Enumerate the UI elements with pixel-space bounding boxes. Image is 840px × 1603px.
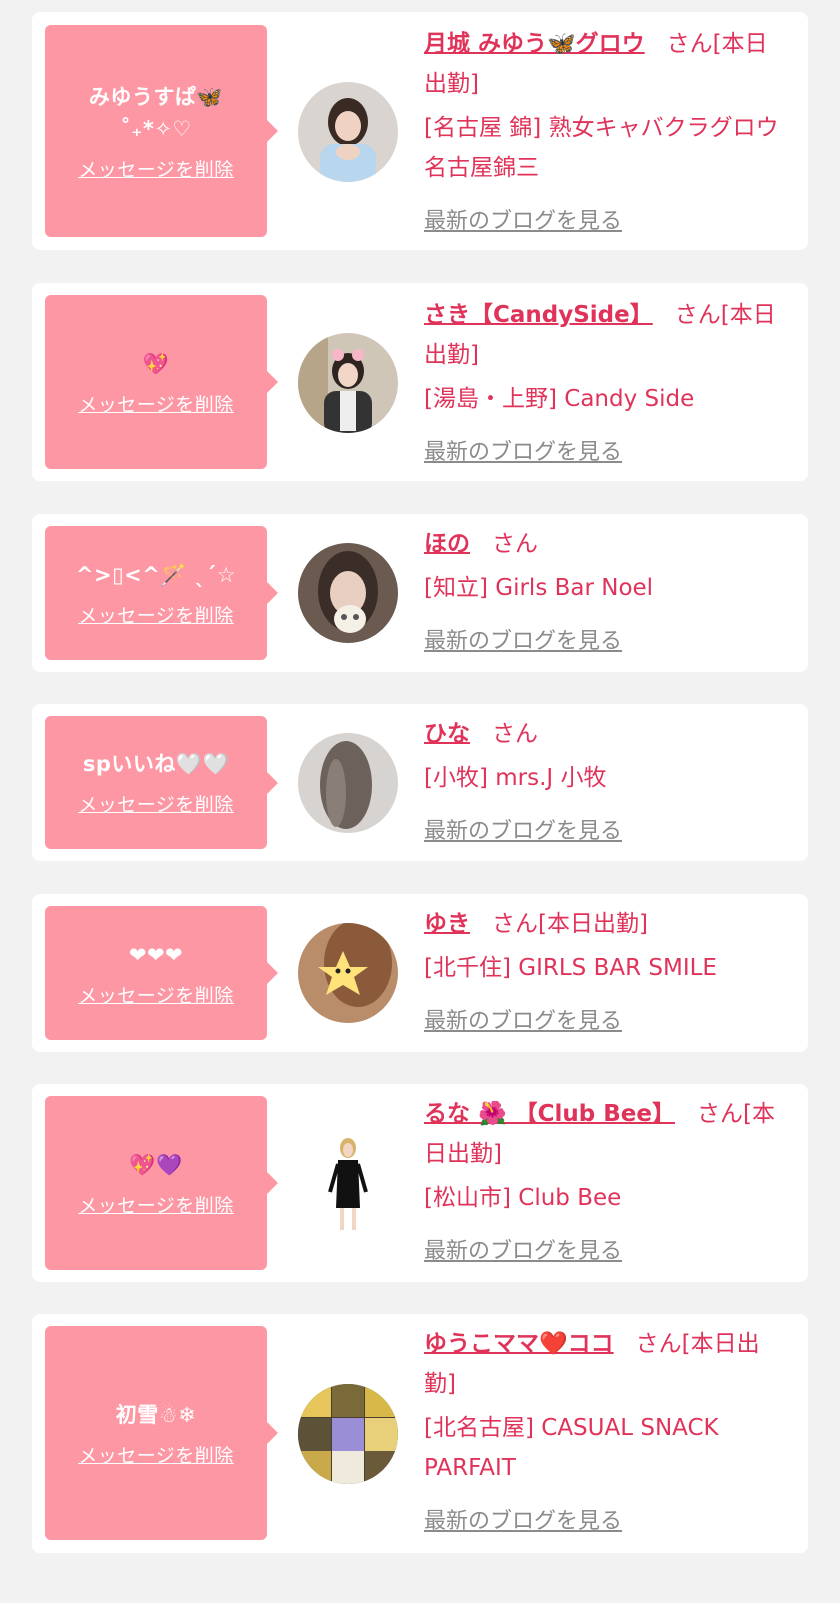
hostess-name-link[interactable]: るな 🌺 【Club Bee】 [424,1101,675,1127]
message-bubble: みゆうすぱ🦋 ˚₊*✧♡ メッセージを削除 [45,25,278,237]
message-bubble: spいいね🤍🤍 メッセージを削除 [45,716,278,849]
message-bubble: ❤❤❤ メッセージを削除 [45,906,278,1040]
delete-message-link[interactable]: メッセージを削除 [78,790,234,817]
view-latest-blog-link[interactable]: 最新のブログを見る [424,622,622,662]
list-item: ❤❤❤ メッセージを削除 ゆき さん[本日出勤] [北千住] GIRLS BAR … [32,894,808,1052]
hostess-status: さん [492,721,538,747]
hostess-info: ひな さん [小牧] mrs.J 小牧 最新のブログを見る [424,714,786,852]
hostess-info: 月城 みゆう🦋グロウ さん[本日出勤] [名古屋 錦] 熟女キャバクラグロウ 名古… [424,24,786,242]
avatar[interactable] [298,333,398,433]
view-latest-blog-link[interactable]: 最新のブログを見る [424,1002,622,1042]
message-bubble: 初雪☃❄ メッセージを削除 [45,1326,278,1540]
delete-message-link[interactable]: メッセージを削除 [78,1441,234,1468]
message-bubble: ^>▯<^🪄 ˎˊ☆ メッセージを削除 [45,526,278,660]
avatar[interactable] [298,733,398,833]
hostess-name-link[interactable]: ひな [424,721,470,747]
shop-name: [知立] Girls Bar Noel [424,575,654,601]
hostess-info: さき【CandySide】 さん[本日出勤] [湯島・上野] Candy Side… [424,295,786,473]
view-latest-blog-link[interactable]: 最新のブログを見る [424,812,622,852]
list-item: みゆうすぱ🦋 ˚₊*✧♡ メッセージを削除 月城 みゆう🦋グロウ さん[本日出勤]… [32,12,808,250]
hostess-name-link[interactable]: ゆうこママ❤️ココ [424,1331,614,1357]
list-item: ^>▯<^🪄 ˎˊ☆ メッセージを削除 ほの さん [知立] Girls Bar … [32,514,808,672]
message-text: みゆうすぱ🦋 ˚₊*✧♡ [88,84,224,141]
hostess-info: ほの さん [知立] Girls Bar Noel 最新のブログを見る [424,524,786,662]
list-item: 💖💜 メッセージを削除 るな 🌺 【Club Bee】 さん[本日出勤] [松山市… [32,1084,808,1282]
hostess-name-link[interactable]: さき【CandySide】 [424,302,653,328]
message-text: 💖💜 [129,1152,183,1177]
message-text: 💖 [142,351,170,376]
hostess-name-link[interactable]: 月城 みゆう🦋グロウ [424,31,645,57]
message-bubble: 💖 メッセージを削除 [45,295,278,469]
delete-message-link[interactable]: メッセージを削除 [78,390,234,417]
shop-name: [北名古屋] CASUAL SNACK PARFAIT [424,1415,719,1481]
view-latest-blog-link[interactable]: 最新のブログを見る [424,1232,622,1272]
message-text: spいいね🤍🤍 [82,752,230,776]
delete-message-link[interactable]: メッセージを削除 [78,601,234,628]
avatar[interactable] [298,1134,398,1234]
message-bubble: 💖💜 メッセージを削除 [45,1096,278,1270]
view-latest-blog-link[interactable]: 最新のブログを見る [424,202,622,242]
delete-message-link[interactable]: メッセージを削除 [78,155,234,182]
shop-name: [湯島・上野] Candy Side [424,386,695,412]
shop-name: [松山市] Club Bee [424,1185,622,1211]
view-latest-blog-link[interactable]: 最新のブログを見る [424,1502,622,1542]
list-item: 💖 メッセージを削除 さき【CandySide】 さん[本日出勤] [湯島・上野]… [32,283,808,481]
list-item: 初雪☃❄ メッセージを削除 ゆうこママ❤️ココ さん[本日出勤] [北名古屋] C… [32,1314,808,1553]
avatar[interactable] [298,543,398,643]
message-text: ❤❤❤ [128,942,184,967]
delete-message-link[interactable]: メッセージを削除 [78,981,234,1008]
message-text: ^>▯<^🪄 ˎˊ☆ [75,562,237,587]
avatar[interactable] [298,82,398,182]
hostess-info: るな 🌺 【Club Bee】 さん[本日出勤] [松山市] Club Bee 最… [424,1094,786,1272]
avatar[interactable] [298,923,398,1023]
shop-name: [名古屋 錦] 熟女キャバクラグロウ 名古屋錦三 [424,115,779,181]
hostess-name-link[interactable]: ゆき [424,911,470,937]
shop-name: [北千住] GIRLS BAR SMILE [424,955,717,981]
shop-name: [小牧] mrs.J 小牧 [424,765,607,791]
hostess-info: ゆうこママ❤️ココ さん[本日出勤] [北名古屋] CASUAL SNACK PA… [424,1324,786,1542]
hostess-status: さん[本日出勤] [492,911,648,937]
hostess-info: ゆき さん[本日出勤] [北千住] GIRLS BAR SMILE 最新のブログを… [424,904,786,1042]
avatar[interactable] [298,1384,398,1484]
list-item: spいいね🤍🤍 メッセージを削除 ひな さん [小牧] mrs.J 小牧 最新のブ… [32,704,808,861]
hostess-status: さん [492,531,538,557]
hostess-name-link[interactable]: ほの [424,531,470,557]
message-text: 初雪☃❄ [115,1402,197,1427]
view-latest-blog-link[interactable]: 最新のブログを見る [424,433,622,473]
delete-message-link[interactable]: メッセージを削除 [78,1191,234,1218]
